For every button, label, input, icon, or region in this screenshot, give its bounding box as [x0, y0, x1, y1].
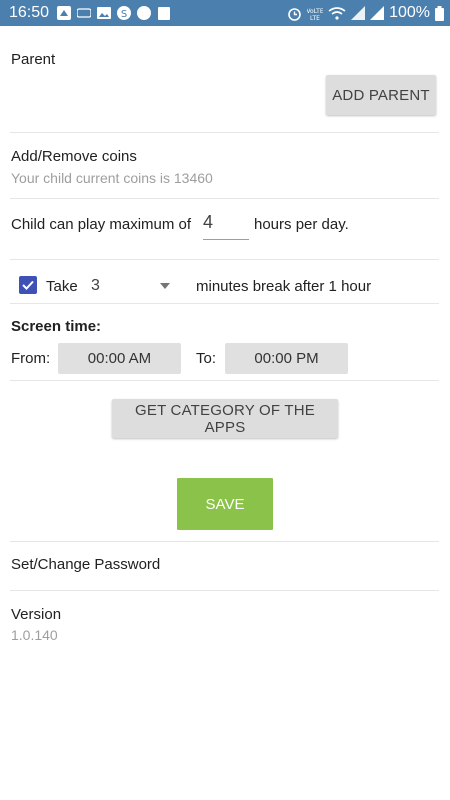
check-icon	[22, 280, 34, 290]
to-time-picker[interactable]: 00:00 PM	[225, 343, 348, 374]
save-button[interactable]: SAVE	[177, 478, 273, 530]
parent-title: Parent	[11, 51, 56, 68]
to-time-value: 00:00 PM	[254, 350, 319, 367]
from-label: From:	[11, 350, 51, 367]
divider	[10, 132, 439, 133]
vpn-icon	[77, 8, 92, 18]
take-label: Take	[46, 278, 78, 295]
svg-text:LTE: LTE	[310, 15, 320, 21]
svg-text:S: S	[121, 9, 127, 20]
break-suffix: minutes break after 1 hour	[196, 278, 372, 295]
play-limit-suffix: hours per day.	[254, 216, 349, 233]
image-icon	[97, 7, 112, 19]
battery-icon	[435, 5, 444, 21]
divider	[10, 380, 439, 381]
divider	[10, 541, 439, 542]
hours-input[interactable]: 4	[203, 212, 249, 240]
coins-subtitle: Your child current coins is 13460	[11, 170, 213, 186]
to-label: To:	[196, 350, 217, 367]
play-limit-prefix: Child can play maximum of	[11, 216, 192, 233]
battery-percent: 100%	[389, 4, 430, 21]
alarm-icon	[288, 7, 301, 21]
signal-icon	[370, 6, 385, 20]
svg-text:VoLTE: VoLTE	[307, 8, 323, 15]
version-label: Version	[11, 606, 62, 623]
divider	[10, 590, 439, 591]
volte-icon: VoLTELTE	[307, 8, 323, 21]
version-value: 1.0.140	[11, 627, 58, 643]
divider	[10, 259, 439, 260]
divider	[10, 303, 439, 304]
minutes-dropdown[interactable]: 3	[86, 272, 178, 300]
status-time: 16:50	[9, 4, 50, 21]
from-time-value: 00:00 AM	[87, 350, 152, 367]
hours-value: 4	[203, 212, 214, 232]
minutes-value: 3	[91, 277, 100, 294]
wifi-icon	[328, 6, 346, 20]
break-checkbox[interactable]	[19, 276, 37, 294]
screen-time-title: Screen time:	[11, 318, 102, 335]
divider	[10, 198, 439, 199]
get-category-button[interactable]: GET CATEGORY OF THE APPS	[112, 399, 338, 438]
skype-icon: S	[117, 6, 132, 20]
status-left-icons: S	[57, 6, 171, 20]
set-password-item[interactable]: Set/Change Password	[11, 556, 160, 573]
dropdown-arrow-icon	[160, 283, 170, 289]
calendar-icon	[158, 7, 171, 20]
status-right-icons: VoLTE LTE 100%	[287, 0, 444, 26]
coins-title: Add/Remove coins	[11, 148, 137, 165]
from-time-picker[interactable]: 00:00 AM	[58, 343, 181, 374]
signal-icon	[351, 6, 366, 20]
add-parent-button[interactable]: ADD PARENT	[326, 75, 436, 115]
notification-icon	[57, 6, 72, 20]
messaging-icon	[137, 6, 152, 20]
status-bar: 16:50 S VoLTE LTE 100%	[0, 0, 450, 26]
